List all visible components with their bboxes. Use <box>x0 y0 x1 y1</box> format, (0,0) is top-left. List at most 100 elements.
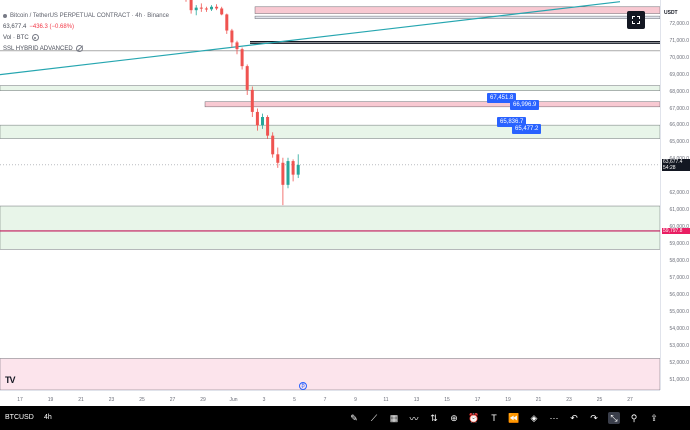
time-tick-label: 13 <box>413 397 420 403</box>
time-tick-label: 21 <box>535 397 542 403</box>
tradingview-logo: TV <box>5 375 15 385</box>
price-tick-label: 72,000.0 <box>669 20 689 27</box>
candle-body <box>230 30 234 43</box>
price-tick-label: 71,000.0 <box>669 37 689 44</box>
price-tick-label: 66,000.0 <box>669 122 689 129</box>
time-tick-label: 9 <box>354 397 357 403</box>
zone-9 <box>0 358 660 390</box>
price-tick-label: 57,000.0 <box>669 275 689 282</box>
candle-body <box>189 0 193 11</box>
undo-icon[interactable]: ↶ <box>568 412 580 424</box>
time-tick-label: 21 <box>78 397 84 403</box>
candle-body <box>235 42 239 50</box>
more-icon[interactable]: ⋯ <box>548 412 560 424</box>
candle-body <box>276 154 280 163</box>
candle-body <box>281 162 285 185</box>
interval-button[interactable]: 4h <box>44 414 52 421</box>
price-tick-label: 69,000.0 <box>669 71 689 78</box>
time-axis[interactable]: 17 19 21 23 25 27 29 Jun 3 5 7 9 11 13 15 17 19 21 23 25 27 <box>0 390 660 407</box>
time-tick-label: 7 <box>323 397 327 403</box>
plus-icon[interactable]: ⊕ <box>448 412 460 424</box>
time-tick-label: 25 <box>596 397 603 403</box>
pin-icon[interactable]: ⚲ <box>628 412 640 424</box>
eye-icon[interactable] <box>31 34 39 41</box>
time-tick-label: 27 <box>627 397 633 403</box>
time-tick-label: 27 <box>169 397 176 403</box>
candle-body <box>225 14 229 31</box>
current-price-label: 63,677.4 54:28 <box>662 158 690 171</box>
candle-body <box>199 7 203 9</box>
bottom-toolbar: BTCUSD 4h ✎ ⟋ ▦ 〰 ⇅ ⊕ ⏰ T ⏪ ◈ ⋯ ↶ ↷ ⤡ ⚲ ⇪ <box>0 406 690 430</box>
text-icon[interactable]: T <box>488 412 500 424</box>
price-tag-66996[interactable]: 66,996.9 <box>510 100 540 110</box>
candle-body <box>261 117 264 126</box>
time-tick-label: 23 <box>566 397 572 403</box>
trend-icon[interactable]: ⟋ <box>368 412 380 424</box>
price-tag-65477-text: 65,477.2 <box>515 126 539 132</box>
indicator-ssl[interactable]: SSL HYBRID ADVANCED <box>3 43 169 54</box>
candle-body <box>271 135 275 155</box>
time-tick-label: Jun <box>229 397 238 403</box>
price-tick-label: 52,000.0 <box>669 359 689 366</box>
candle-body <box>266 117 270 136</box>
candle-body <box>245 66 249 90</box>
rewind-icon[interactable]: ⏪ <box>508 412 520 424</box>
price-change-row: 63,677.4 −436.3 (−0.68%) <box>3 21 169 32</box>
last-price: 63,677.4 <box>3 23 27 30</box>
time-tick-label: 15 <box>444 397 450 403</box>
price-tick-label: 68,000.0 <box>669 88 689 95</box>
price-chart[interactable] <box>0 0 660 390</box>
hide-icon[interactable] <box>75 45 83 52</box>
share-icon[interactable]: ⇪ <box>648 412 660 424</box>
time-tick-label: 17 <box>474 397 481 403</box>
candle-body <box>204 8 208 10</box>
price-tick-label: 55,000.0 <box>669 309 689 315</box>
event-marker-icon[interactable]: ₿ <box>299 382 307 390</box>
candle-body <box>215 6 219 9</box>
time-tick-label: 29 <box>200 397 206 403</box>
chart-canvas[interactable]: Bitcoin / TetherUS PERPETUAL CONTRACT · … <box>0 0 660 390</box>
symbol-button[interactable]: BTCUSD <box>5 414 34 421</box>
pattern-icon[interactable]: 〰 <box>408 412 420 424</box>
symbol-title-row: Bitcoin / TetherUS PERPETUAL CONTRACT · … <box>3 10 169 21</box>
candle-body <box>255 111 259 126</box>
price-tick-label: 51,000.0 <box>669 376 689 383</box>
candle-body <box>296 164 300 175</box>
status-dot-icon <box>3 13 7 18</box>
price-tick-label: 53,000.0 <box>669 342 689 349</box>
price-axis[interactable]: 72,000.0 71,000.0 70,000.0 69,000.0 68,000.0… <box>660 0 690 390</box>
candle-body <box>250 89 254 112</box>
pencil-icon[interactable]: ✎ <box>348 412 360 424</box>
time-tick-label: 23 <box>108 397 115 403</box>
candle-body <box>210 6 213 10</box>
price-tick-label: 70,000.0 <box>669 54 689 61</box>
candle-body <box>194 7 198 11</box>
price-change: −436.3 (−0.68%) <box>29 23 75 30</box>
price-tag-65477[interactable]: 65,477.2 <box>512 124 542 134</box>
price-tick-label: 59,000.0 <box>669 241 689 248</box>
price-tick-label: 61,000.0 <box>669 207 689 214</box>
layers-icon[interactable]: ◈ <box>528 412 540 424</box>
candle-body <box>286 161 290 185</box>
price-tick-label: 56,000.0 <box>669 292 689 299</box>
fullscreen-icon <box>632 16 640 24</box>
level-price-label: 59,797.8 <box>662 227 690 234</box>
zone-6 <box>0 124 660 139</box>
zone-5 <box>204 101 660 108</box>
alarm-icon[interactable]: ⏰ <box>468 412 480 424</box>
price-tick-label: 62,000.0 <box>669 190 689 197</box>
collapse-icon[interactable]: ⤡ <box>608 412 620 424</box>
price-tag-66996-text: 66,996.9 <box>513 102 537 108</box>
grid-icon[interactable]: ▦ <box>388 412 400 424</box>
indicator-volume[interactable]: Vol · BTC <box>3 32 169 43</box>
price-tick-label: 58,000.0 <box>669 258 689 265</box>
zone-0 <box>254 6 660 14</box>
zone-7 <box>0 205 660 250</box>
time-tick-label: 3 <box>262 397 266 403</box>
currency-label[interactable]: USDT <box>664 10 678 16</box>
measure-icon[interactable]: ⇅ <box>428 412 440 424</box>
redo-icon[interactable]: ↷ <box>588 412 600 424</box>
symbol-title: Bitcoin / TetherUS PERPETUAL CONTRACT · … <box>10 12 169 19</box>
time-tick-label: 17 <box>17 397 23 403</box>
fullscreen-button[interactable] <box>627 11 645 29</box>
